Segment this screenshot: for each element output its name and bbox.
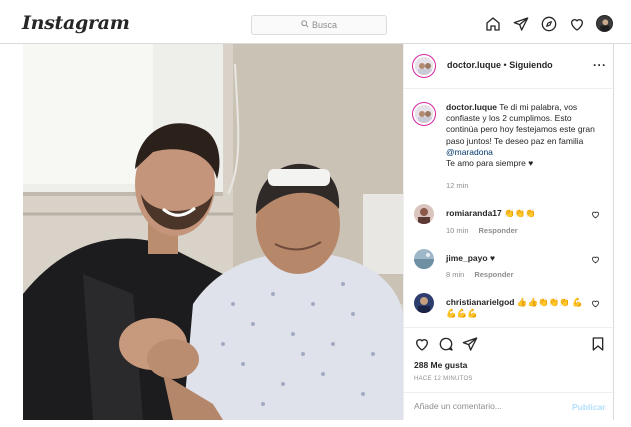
bookmark-icon[interactable] — [590, 336, 606, 352]
post-side-panel: doctor.luque • Siguiendo ··· doctor.luqu… — [403, 44, 615, 420]
like-icon[interactable] — [414, 336, 430, 352]
comment-text: 👏👏👏 — [504, 208, 536, 218]
comment-like-icon[interactable] — [591, 255, 600, 266]
caption-avatar[interactable] — [412, 102, 436, 126]
share-icon[interactable] — [462, 336, 478, 352]
top-navigation-bar: Instagram Busca — [0, 8, 631, 44]
more-options-icon[interactable]: ··· — [593, 58, 607, 72]
comment-time[interactable]: 8 min — [446, 270, 464, 279]
commenter-avatar[interactable] — [414, 249, 434, 269]
author-avatar[interactable] — [412, 54, 436, 78]
add-comment-bar: Publicar — [404, 392, 615, 421]
commenter-avatar[interactable] — [414, 204, 434, 224]
nav-icons — [484, 15, 613, 32]
search-box[interactable]: Busca — [251, 15, 387, 35]
search-icon — [301, 20, 309, 30]
comment-icon[interactable] — [438, 336, 454, 352]
caption-time[interactable]: 12 min — [446, 181, 469, 190]
comment-like-icon[interactable] — [591, 210, 600, 221]
search-placeholder: Busca — [311, 20, 337, 30]
comment-body: jime_payo ♥ — [446, 253, 586, 264]
reply-button[interactable]: Responder — [479, 226, 518, 235]
add-comment-input[interactable] — [414, 401, 554, 411]
commenter-avatar[interactable] — [414, 293, 434, 313]
comment-body: romiaranda17 👏👏👏 — [446, 208, 586, 219]
comment-username[interactable]: jime_payo — [446, 253, 488, 263]
reply-button[interactable]: Responder — [474, 270, 513, 279]
send-icon[interactable] — [512, 15, 529, 32]
comment-time[interactable]: 10 min — [446, 226, 469, 235]
caption-text-after: Te amo para siempre ♥ — [446, 158, 534, 169]
separator-dot: • — [503, 60, 507, 70]
instagram-logo[interactable]: Instagram — [22, 12, 130, 34]
post-caption: doctor.luque Te di mi palabra, vos confi… — [446, 102, 606, 169]
posted-time[interactable]: HACE 12 MINUTOS — [414, 376, 473, 382]
author-username[interactable]: doctor.luque — [447, 60, 501, 70]
likes-count[interactable]: 288 Me gusta — [414, 360, 467, 370]
comment-username[interactable]: romiaranda17 — [446, 208, 502, 218]
caption-username[interactable]: doctor.luque — [446, 102, 497, 112]
comment-like-icon[interactable] — [591, 299, 600, 310]
profile-avatar[interactable] — [596, 15, 613, 32]
post-header: doctor.luque • Siguiendo ··· — [404, 44, 615, 89]
post-actions: 288 Me gusta HACE 12 MINUTOS Publicar — [404, 327, 615, 420]
post-header-info: doctor.luque • Siguiendo — [447, 60, 553, 70]
home-icon[interactable] — [484, 15, 501, 32]
publish-button[interactable]: Publicar — [572, 402, 606, 412]
comment-body: christianarielgod 👍👍👏👏👏 💪💪💪💪 — [446, 297, 586, 319]
comment-username[interactable]: christianarielgod — [446, 297, 515, 307]
comment-text: ♥ — [489, 253, 495, 263]
explore-icon[interactable] — [540, 15, 557, 32]
comment-meta: 8 min Responder — [446, 270, 514, 279]
post-photo[interactable] — [23, 44, 403, 420]
heart-icon[interactable] — [568, 15, 585, 32]
comment-meta: 10 min Responder — [446, 226, 518, 235]
caption-mention[interactable]: @maradona — [446, 147, 493, 157]
follow-status[interactable]: Siguiendo — [509, 60, 553, 70]
